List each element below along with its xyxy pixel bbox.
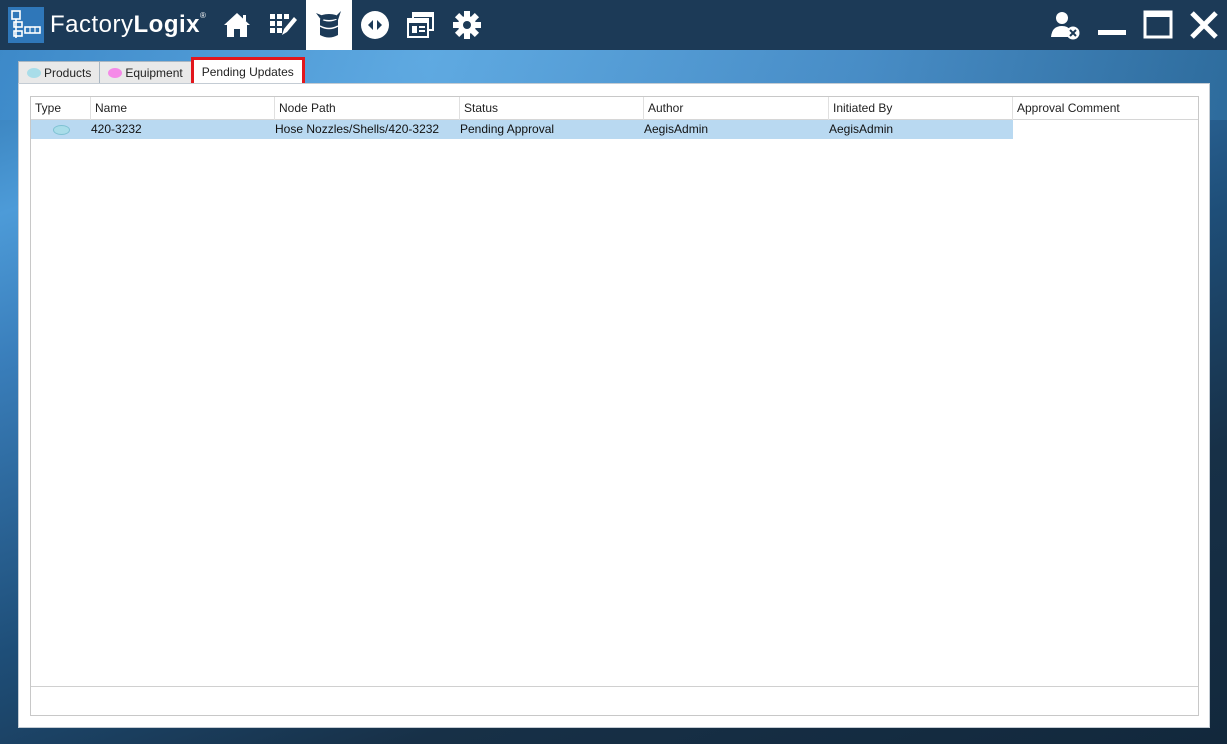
tab-pending-updates-label: Pending Updates [201,65,294,79]
minimize-icon[interactable] [1089,0,1135,50]
tab-products[interactable]: Products [18,61,101,83]
row-name: 420-3232 [91,122,142,136]
row-initiated-by: AegisAdmin [829,122,894,136]
table-row[interactable]: 420-3232 Hose Nozzles/Shells/420-3232 Pe… [31,120,1198,139]
close-icon[interactable] [1181,0,1227,50]
row-approval-comment[interactable] [1013,120,1198,139]
trademark: ® [200,11,207,20]
app-logo: FactoryLogix® [0,0,206,50]
column-header-node-path[interactable]: Node Path [275,97,460,120]
row-author: AegisAdmin [644,122,709,136]
column-header-initiated-by[interactable]: Initiated By [829,97,1013,120]
main-panel: Type Name Node Path Status Author Initia… [18,83,1210,728]
factorylogix-logo-icon [8,7,44,43]
maximize-icon[interactable] [1135,0,1181,50]
home-icon[interactable] [214,0,260,50]
column-header-status[interactable]: Status [460,97,644,120]
app-title: FactoryLogix® [50,11,206,39]
title-bar: FactoryLogix® [0,0,1227,50]
transfer-icon[interactable] [352,0,398,50]
app-title-bold: Logix [133,11,201,38]
main-nav [214,0,490,50]
window-controls [1043,0,1227,50]
equipment-dot-icon [108,67,123,78]
products-dot-icon [27,67,41,78]
user-logout-icon[interactable] [1043,0,1089,50]
database-icon[interactable] [306,0,353,50]
tab-products-label: Products [44,65,92,80]
grid-edit-icon[interactable] [260,0,306,50]
row-type-cell [31,120,91,139]
row-node-path: Hose Nozzles/Shells/420-3232 [275,122,440,136]
windows-icon[interactable] [398,0,444,50]
row-status: Pending Approval [460,122,555,136]
pending-updates-grid: Type Name Node Path Status Author Initia… [30,96,1199,716]
app-title-light: Factory [50,11,134,38]
column-header-name[interactable]: Name [91,97,275,120]
column-header-author[interactable]: Author [644,97,829,120]
tab-strip: Products Equipment Pending Updates [18,57,305,87]
column-header-approval-comment[interactable]: Approval Comment [1013,97,1198,120]
tab-equipment[interactable]: Equipment [99,61,192,83]
gear-icon[interactable] [444,0,490,50]
tab-equipment-label: Equipment [125,65,183,80]
product-type-icon [53,125,70,135]
grid-footer-divider [31,686,1198,687]
grid-header: Type Name Node Path Status Author Initia… [31,97,1198,120]
column-header-type[interactable]: Type [31,97,91,120]
